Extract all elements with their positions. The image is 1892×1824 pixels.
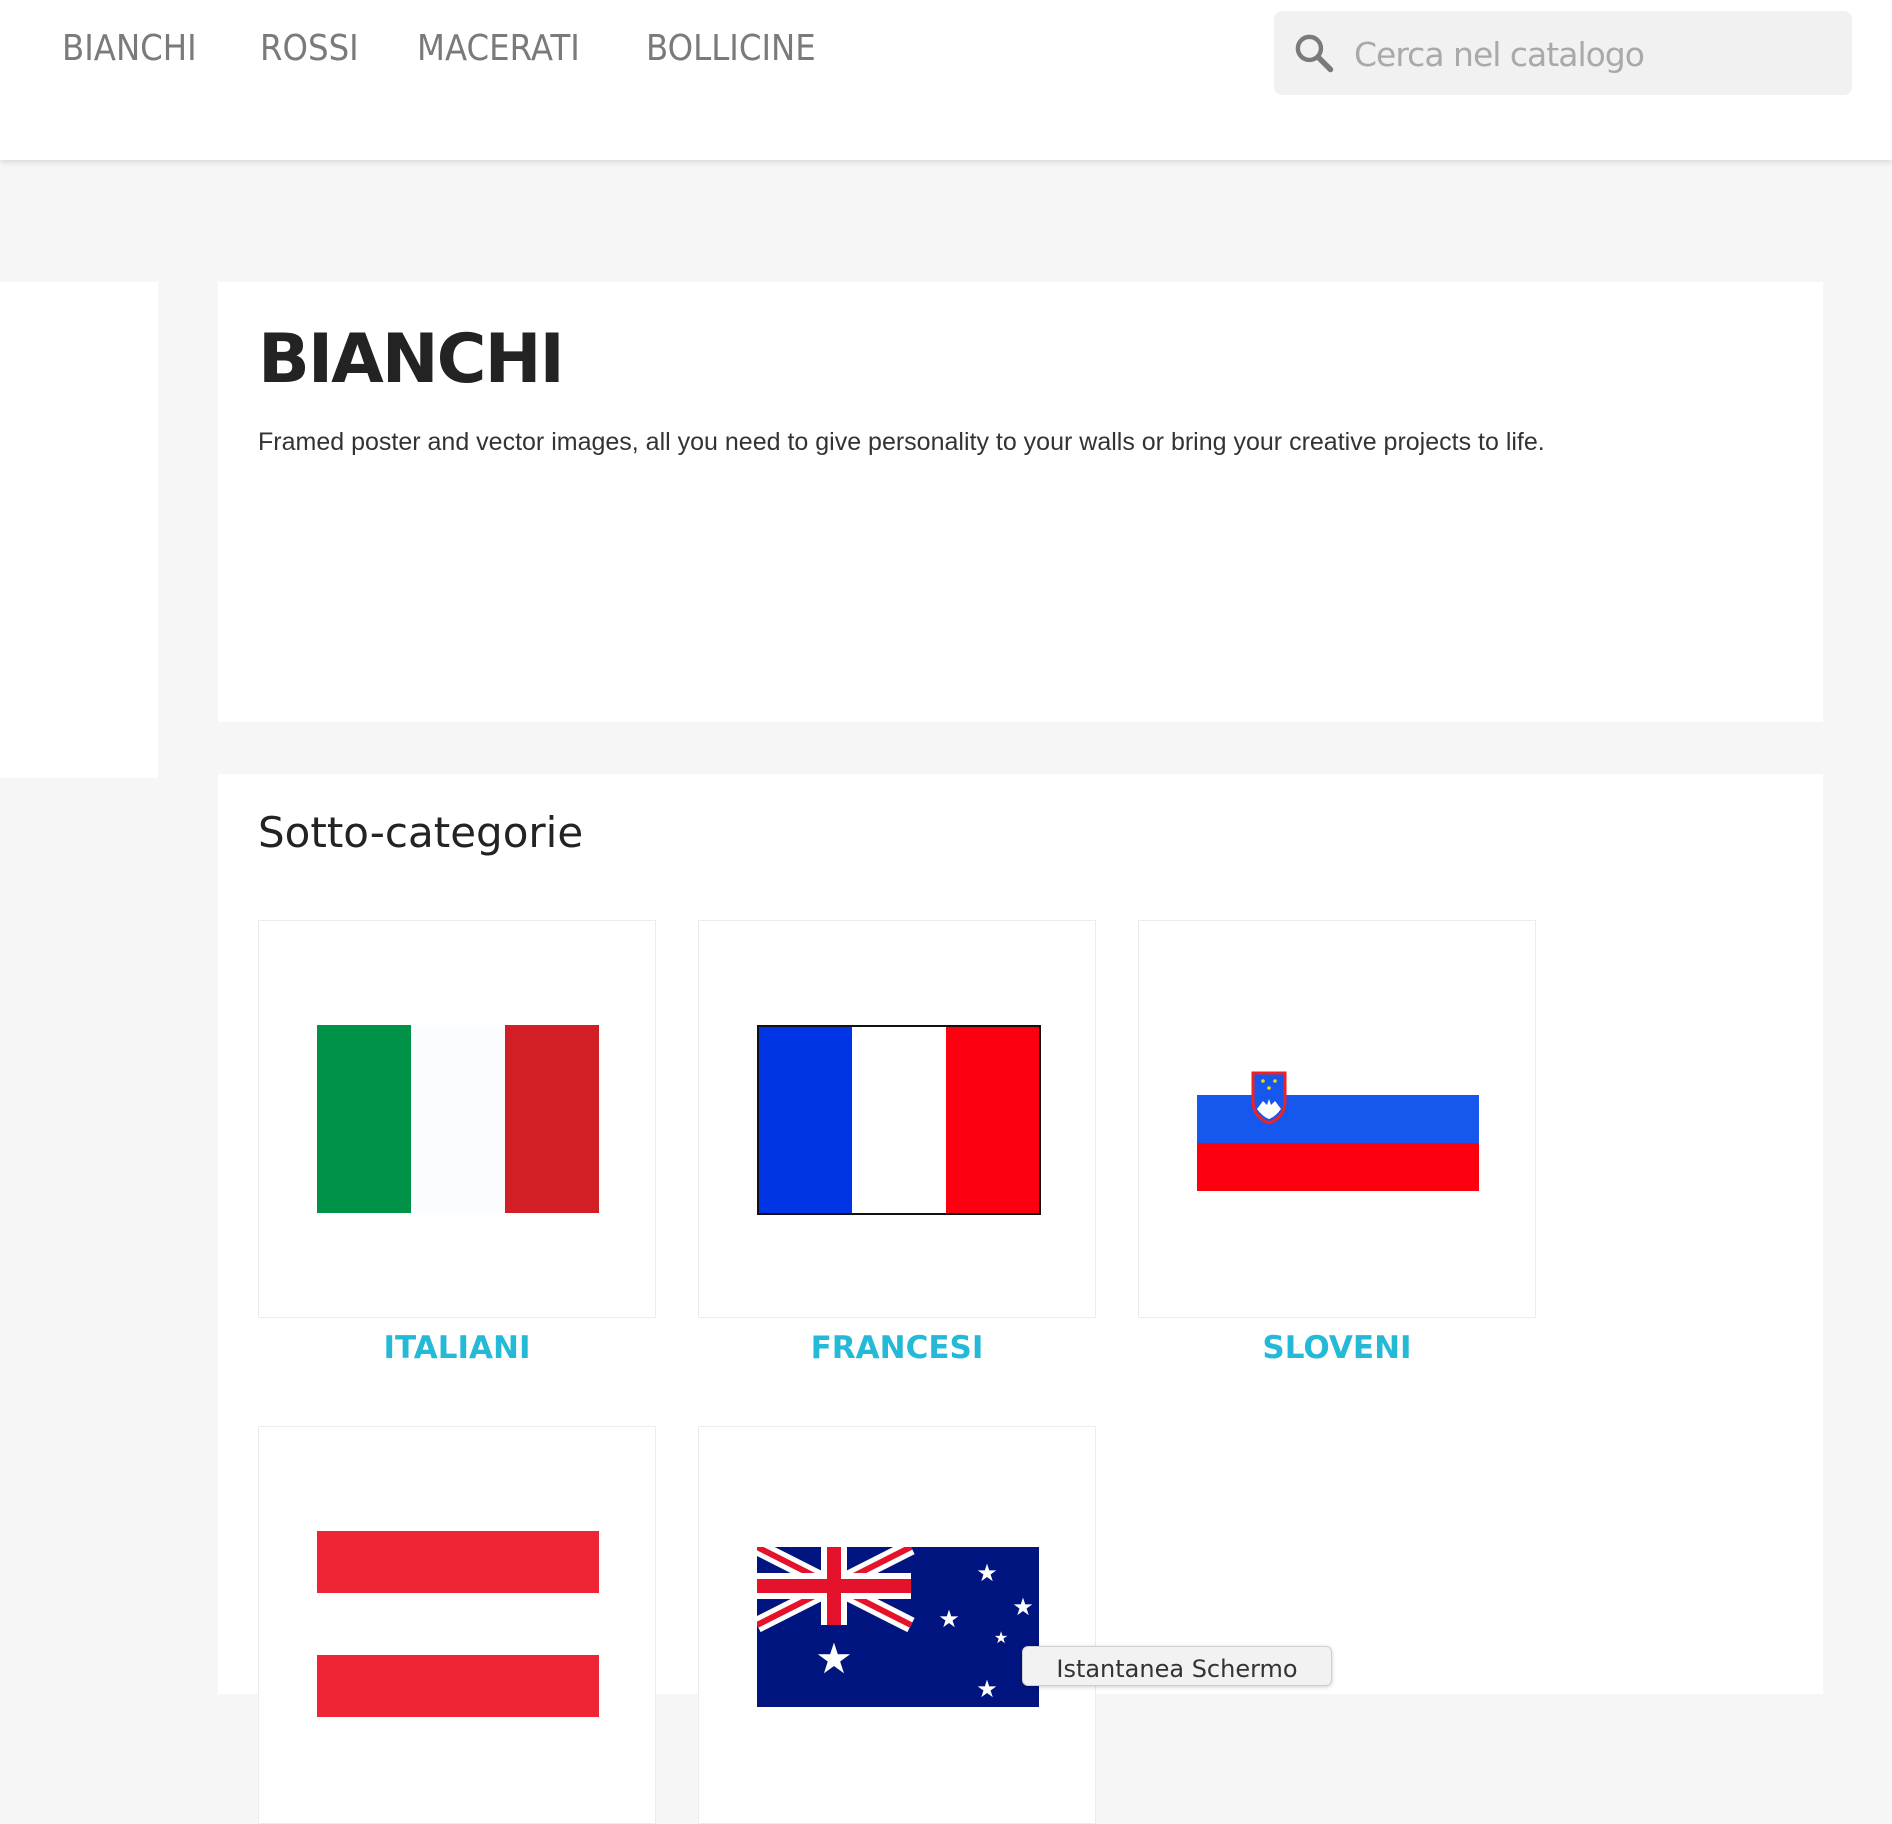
category-header-card: BIANCHI Framed poster and vector images,… <box>218 282 1823 722</box>
search-input[interactable] <box>1352 25 1836 83</box>
svg-text:★: ★ <box>938 1605 960 1633</box>
left-sidebar <box>0 282 158 778</box>
search-icon[interactable] <box>1292 31 1336 75</box>
subcategory-link-francesi[interactable]: FRANCESI <box>698 1330 1096 1366</box>
nav-item-bianchi[interactable]: BIANCHI <box>62 28 197 69</box>
austria-flag-image <box>317 1531 599 1717</box>
subcategory-link-sloveni[interactable]: SLOVENI <box>1138 1330 1536 1366</box>
svg-text:★: ★ <box>994 1628 1008 1647</box>
nav-item-bollicine[interactable]: BOLLICINE <box>646 28 816 69</box>
subcategory-thumb-australia[interactable]: ★ ★ ★ ★ ★ ★ <box>698 1426 1096 1824</box>
subcategory-thumb-italiani[interactable] <box>258 920 656 1318</box>
main-nav: BIANCHI ROSSI MACERATI BOLLICINE <box>62 28 835 69</box>
australia-flag-image: ★ ★ ★ ★ ★ ★ <box>757 1547 1039 1707</box>
page-title: BIANCHI <box>258 320 565 399</box>
svg-text:★: ★ <box>976 1559 998 1587</box>
subcategory-link-italiani[interactable]: ITALIANI <box>258 1330 656 1366</box>
subcategory-thumb-austria[interactable] <box>258 1426 656 1824</box>
nav-item-macerati[interactable]: MACERATI <box>417 28 580 69</box>
slovenia-flag-image <box>1197 1071 1479 1191</box>
screenshot-tooltip: Istantanea Schermo <box>1022 1646 1332 1686</box>
category-description: Framed poster and vector images, all you… <box>258 428 1545 456</box>
italy-flag-image <box>317 1025 599 1213</box>
subcategories-card: Sotto-categorie ITALIANI FRANCESI SLOVEN… <box>218 774 1823 1824</box>
nav-item-rossi[interactable]: ROSSI <box>260 28 359 69</box>
subcategory-thumb-sloveni[interactable] <box>1138 920 1536 1318</box>
svg-text:★: ★ <box>1012 1593 1034 1621</box>
subcategory-thumb-francesi[interactable] <box>698 920 1096 1318</box>
france-flag-image <box>757 1025 1041 1215</box>
site-header: BIANCHI ROSSI MACERATI BOLLICINE <box>0 0 1892 160</box>
svg-text:★: ★ <box>976 1675 998 1703</box>
subcategories-heading: Sotto-categorie <box>258 808 584 857</box>
search-box[interactable] <box>1274 11 1852 95</box>
svg-text:★: ★ <box>815 1634 853 1683</box>
